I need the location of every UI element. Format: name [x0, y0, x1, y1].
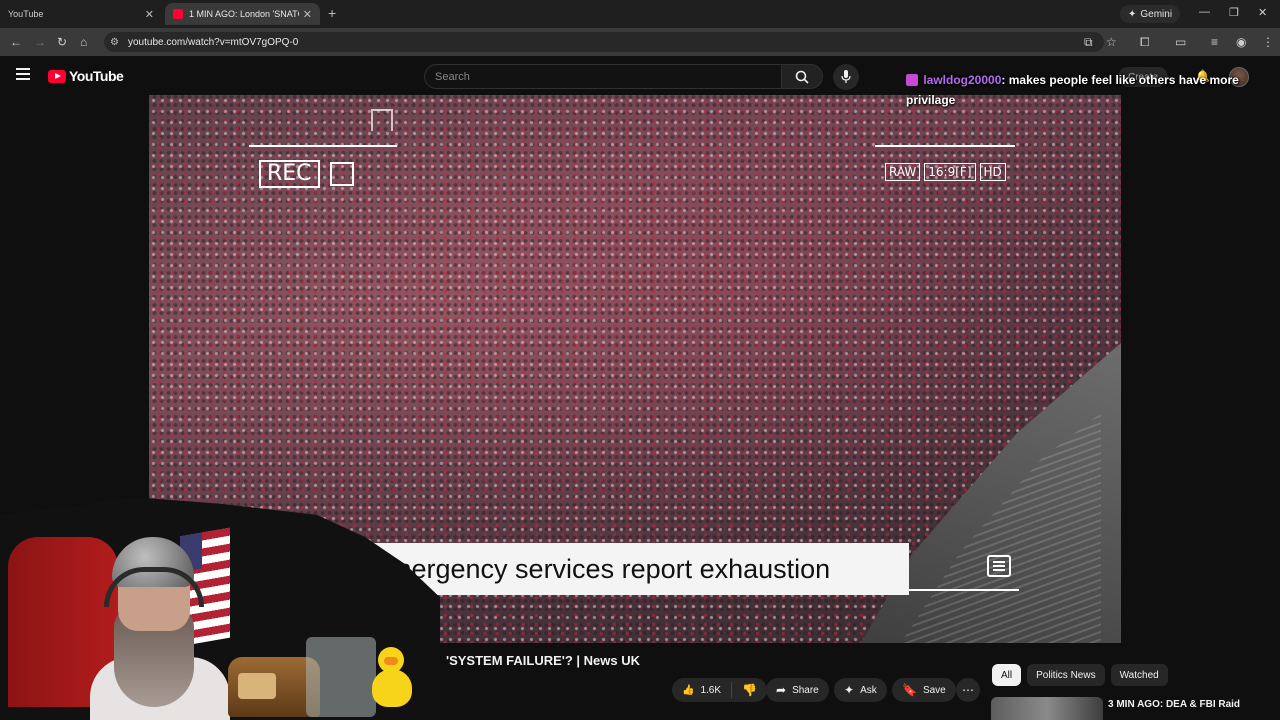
thumbs-up-icon: 👍: [682, 684, 695, 696]
window-close-icon[interactable]: ✕: [1258, 6, 1267, 19]
browser-tabstrip: YouTube ✕ 1 MIN AGO: London 'SNATCHED ✕ …: [0, 0, 1280, 28]
profile-icon[interactable]: ◉: [1236, 35, 1246, 49]
hud-ratio: 16:9[F]: [924, 163, 976, 181]
recommendation-thumbnail[interactable]: [991, 697, 1103, 720]
install-app-icon[interactable]: ⧉: [1084, 35, 1093, 50]
youtube-favicon-icon: [173, 9, 183, 19]
like-count: 1.6K: [700, 684, 722, 696]
share-button[interactable]: ➦ Share: [766, 678, 829, 702]
subscriber-badge-icon: [906, 74, 918, 86]
share-label: Share: [792, 684, 819, 696]
close-icon[interactable]: ✕: [303, 8, 312, 21]
ask-wrapper: ✦ Ask: [834, 678, 887, 702]
cast-icon[interactable]: ▭: [1175, 35, 1186, 49]
tab-title: 1 MIN AGO: London 'SNATCHED: [189, 9, 299, 19]
glass-jar: [306, 637, 376, 717]
tab-title: YouTube: [8, 9, 44, 19]
chip-politics-news[interactable]: Politics News: [1027, 664, 1105, 686]
hud-line: [909, 589, 1019, 591]
reload-icon[interactable]: ↻: [57, 35, 67, 49]
share-wrapper: ➦ Share: [766, 678, 829, 702]
restore-icon[interactable]: ❐: [1229, 6, 1239, 19]
more-horizontal-icon: ⋯: [962, 683, 974, 697]
voice-search-button[interactable]: [833, 64, 859, 90]
bookmark-star-icon[interactable]: ☆: [1106, 35, 1117, 49]
thumbs-down-icon: 👎: [742, 683, 757, 697]
gemini-button[interactable]: ✦ Gemini: [1120, 5, 1181, 23]
filter-chips: All Politics News Watched: [992, 664, 1168, 686]
address-bar[interactable]: ⚙ youtube.com/watch?v=mtOV7gOPQ-0: [104, 32, 1104, 52]
hud-hd: HD: [979, 163, 1006, 181]
chat-username: lawldog20000: [923, 73, 1002, 87]
save-label: Save: [922, 684, 946, 696]
video-title: 'SYSTEM FAILURE'? | News UK: [446, 653, 641, 668]
tab-youtube[interactable]: YouTube ✕: [0, 3, 162, 25]
microphone-icon: [841, 70, 851, 83]
back-icon[interactable]: ←: [10, 35, 22, 49]
hud-focus-corner: [371, 109, 393, 131]
bookmark-icon: 🔖: [902, 683, 917, 697]
lower-third-caption: mergency services report exhaustion: [359, 543, 909, 595]
save-button[interactable]: 🔖 Save: [892, 678, 956, 702]
close-icon[interactable]: ✕: [145, 8, 154, 21]
gemini-label: Gemini: [1140, 8, 1173, 20]
more-actions-button[interactable]: ⋯: [956, 678, 980, 702]
streamer-webcam: [0, 497, 440, 720]
search-input[interactable]: [435, 70, 781, 83]
home-icon[interactable]: ⌂: [80, 35, 87, 49]
site-info-icon[interactable]: ⚙: [110, 37, 124, 48]
browser-toolbar: ← → ↻ ⌂ ⚙ youtube.com/watch?v=mtOV7gOPQ-…: [0, 28, 1280, 56]
ask-button[interactable]: ✦ Ask: [834, 678, 887, 702]
tab-current-video[interactable]: 1 MIN AGO: London 'SNATCHED ✕: [165, 3, 320, 25]
like-dislike-group: 👍 1.6K 👎: [672, 678, 767, 702]
search-button[interactable]: [781, 64, 823, 89]
search-box[interactable]: [424, 64, 782, 89]
chip-all[interactable]: All: [992, 664, 1022, 686]
hud-format-badges: RAW 16:9[F] HD: [885, 163, 1006, 181]
sparkle-icon: ✦: [844, 683, 855, 697]
streamer-person: [90, 537, 230, 720]
rubber-duck: [372, 647, 412, 707]
dislike-button[interactable]: 👎: [732, 683, 767, 697]
hud-line: [875, 145, 1015, 147]
youtube-play-icon: [48, 69, 66, 83]
share-arrow-icon: ➦: [776, 683, 787, 697]
recommendation-title[interactable]: 3 MIN AGO: DEA & FBI Raid: [1108, 699, 1240, 710]
hud-line: [249, 145, 397, 147]
rec-indicator: REC: [259, 160, 320, 188]
forward-icon[interactable]: →: [34, 35, 46, 49]
rec-square-icon: [330, 162, 354, 186]
search-icon: [795, 70, 809, 84]
youtube-logo[interactable]: YouTube: [48, 68, 124, 84]
extensions-icon[interactable]: ⧠: [1140, 35, 1150, 50]
save-wrapper: 🔖 Save: [892, 678, 956, 702]
hud-raw: RAW: [885, 163, 921, 181]
logo-wordmark: YouTube: [69, 68, 124, 84]
menu-kebab-icon[interactable]: ⋮: [1262, 35, 1274, 49]
like-button[interactable]: 👍 1.6K: [672, 682, 733, 698]
media-controls-icon[interactable]: ≡: [1211, 35, 1218, 49]
hamburger-menu-icon[interactable]: [16, 68, 30, 80]
sparkle-icon: ✦: [1128, 8, 1137, 20]
minimize-icon[interactable]: —: [1199, 6, 1210, 18]
url-text: youtube.com/watch?v=mtOV7gOPQ-0: [128, 36, 299, 48]
chat-overlay-message: lawldog20000: makes people feel like oth…: [906, 70, 1266, 110]
list-icon: [987, 555, 1011, 577]
new-tab-icon[interactable]: +: [328, 5, 336, 21]
chip-watched[interactable]: Watched: [1110, 664, 1168, 686]
ask-label: Ask: [860, 684, 877, 696]
